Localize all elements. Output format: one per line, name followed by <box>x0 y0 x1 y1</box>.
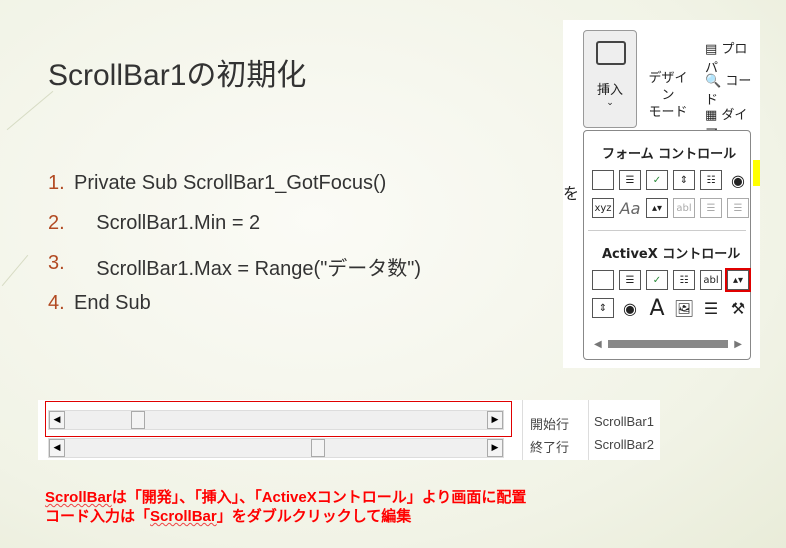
radio-icon[interactable]: ◉ <box>619 298 641 318</box>
end-row-label: 終了行 <box>530 440 570 455</box>
more-controls-icon[interactable]: ⚒ <box>727 298 749 318</box>
panel-scrollbar[interactable]: ◀ ▶ <box>594 339 742 350</box>
code-text: ScrollBar1.Min = 2 <box>74 212 261 234</box>
ribbon-screenshot: 挿入 ⌄ デザイン モード ▤ プロパ 🔍 コード ▦ ダイア を フォーム コ… <box>563 20 760 368</box>
view-code-button[interactable]: 🔍 コード <box>705 70 760 108</box>
arrow-right-icon[interactable]: ▶ <box>487 439 503 457</box>
controls-dropdown: フォーム コントロール ☰ ✓ ⇕ ☷ ◉ xyz Aa ▴▾ abl ☰ ☰ ActiveX コ… <box>583 130 751 360</box>
scrollbar-icon[interactable]: ▴▾ <box>725 268 751 292</box>
sheet-text: を <box>563 184 580 203</box>
scrollbar-icon[interactable]: ▴▾ <box>646 198 668 218</box>
spin-icon[interactable]: ⇕ <box>673 170 695 190</box>
line-number: 1. <box>48 172 65 194</box>
label-icon[interactable]: A <box>646 296 668 321</box>
code-line: 3. ScrollBar1.Max = Range("データ数") <box>48 252 421 292</box>
textbox-icon[interactable]: abl <box>700 270 722 290</box>
listbox-icon[interactable]: ☷ <box>700 170 722 190</box>
code-text: ScrollBar1.Max = Range("データ数") <box>74 258 422 280</box>
toolbox-icon <box>596 41 626 65</box>
checkbox-icon[interactable]: ✓ <box>646 170 668 190</box>
highlight-bar <box>753 160 760 186</box>
start-row-value[interactable]: ScrollBar1 <box>594 414 654 429</box>
arrow-left-icon[interactable]: ◀ <box>49 439 65 457</box>
design-mode-button[interactable]: デザイン モード <box>643 34 693 121</box>
code-line: 4. End Sub <box>48 292 421 332</box>
highlight-box <box>45 401 512 437</box>
image-icon[interactable]: 🖼 <box>673 298 695 318</box>
view-code-label: コード <box>705 74 752 108</box>
scrollbar2[interactable]: ◀ ▶ <box>48 438 504 458</box>
scroll-thumb[interactable] <box>607 340 729 348</box>
line-number: 2. <box>48 212 65 234</box>
toggle-icon[interactable]: ☰ <box>700 298 722 318</box>
slide-title: ScrollBar1の初期化 <box>48 59 307 92</box>
line-number: 3. <box>48 252 65 274</box>
textfield-icon: abl <box>673 198 695 218</box>
form-controls-heading: フォーム コントロール <box>602 147 737 162</box>
note-text: ScrollBar <box>45 489 112 506</box>
arrow-left-icon[interactable]: ◀ <box>594 339 602 350</box>
label-icon[interactable]: Aa <box>619 198 641 218</box>
note-text: は「開発」、「挿入」、「ActiveXコントロール」より画面に配置 <box>111 489 527 506</box>
button-icon[interactable] <box>592 170 614 190</box>
button-icon[interactable] <box>592 270 614 290</box>
checkbox-icon[interactable]: ✓ <box>646 270 668 290</box>
chevron-down-icon: ⌄ <box>606 98 614 108</box>
code-list: 1. Private Sub ScrollBar1_GotFocus() 2. S… <box>48 172 421 332</box>
activex-heading: ActiveX コントロール <box>602 247 741 262</box>
radio-icon[interactable]: ◉ <box>727 170 749 190</box>
design-label: デザイン <box>648 71 688 103</box>
line-number: 4. <box>48 292 65 314</box>
code-text: Private Sub ScrollBar1_GotFocus() <box>74 172 387 194</box>
start-row-label: 開始行 <box>530 417 570 432</box>
insert-label: 挿入 <box>596 83 623 98</box>
combobox-icon[interactable]: ☰ <box>619 270 641 290</box>
code-line: 2. ScrollBar1.Min = 2 <box>48 212 421 252</box>
dropdown-icon: ☰ <box>727 198 749 218</box>
mode-label: モード <box>648 105 688 120</box>
insert-button[interactable]: 挿入 ⌄ <box>583 30 637 128</box>
combolist-icon: ☰ <box>700 198 722 218</box>
scrollbar2-thumb[interactable] <box>311 439 325 457</box>
instruction-note: ScrollBarは「開発」、「挿入」、「ActiveXコントロール」より画面に… <box>45 488 526 526</box>
decor-line <box>6 90 54 131</box>
note-text: コード入力は「 <box>45 508 151 525</box>
note-text: 」をダブルクリックして編集 <box>216 508 412 525</box>
combobox-icon[interactable]: ☰ <box>619 170 641 190</box>
arrow-right-icon[interactable]: ▶ <box>734 339 742 350</box>
note-text: ScrollBar <box>150 508 217 525</box>
end-row-value[interactable]: ScrollBar2 <box>594 437 654 452</box>
listbox-icon[interactable]: ☷ <box>673 270 695 290</box>
spin-icon[interactable]: ⇕ <box>592 298 614 318</box>
groupbox-icon[interactable]: xyz <box>592 198 614 218</box>
decor-line <box>1 254 29 287</box>
code-line: 1. Private Sub ScrollBar1_GotFocus() <box>48 172 421 212</box>
code-text: End Sub <box>74 292 151 314</box>
